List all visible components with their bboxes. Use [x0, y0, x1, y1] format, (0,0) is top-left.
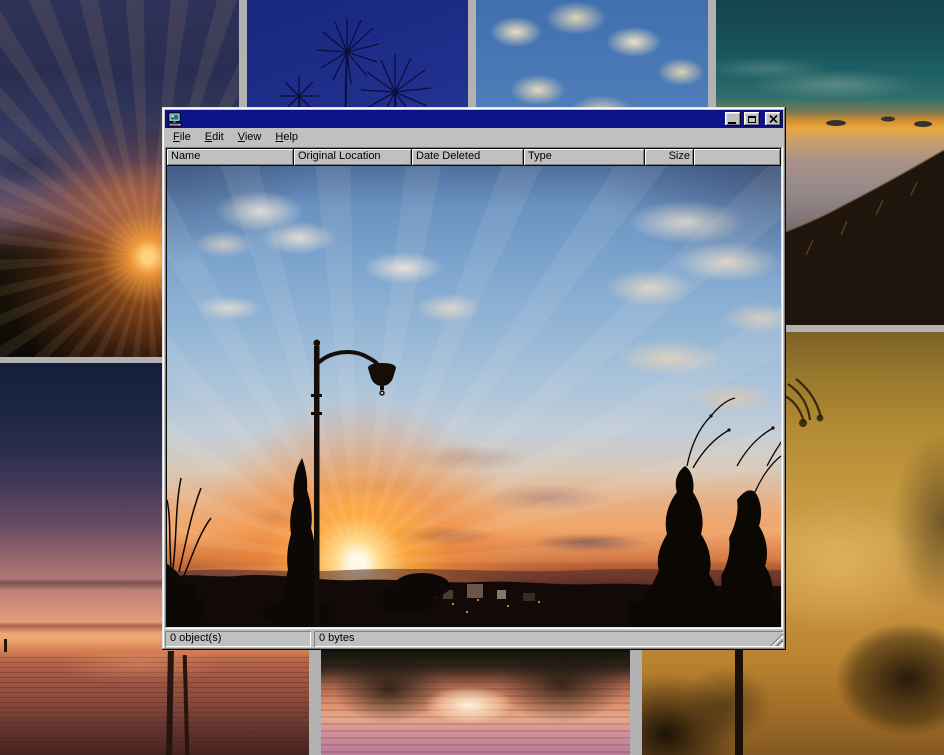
computer-icon [167, 112, 183, 127]
column-header-size[interactable]: Size [645, 149, 694, 166]
menu-edit[interactable]: Edit [198, 129, 231, 146]
statusbar: 0 object(s) 0 bytes [165, 631, 783, 647]
column-header-type[interactable]: Type [524, 149, 645, 166]
status-byte-count: 0 bytes [314, 631, 783, 647]
minimize-icon [728, 122, 736, 124]
file-list-view[interactable]: Name Original Location Date Deleted Type… [165, 147, 783, 629]
close-icon [769, 115, 778, 123]
column-header-name[interactable]: Name [167, 149, 294, 166]
maximize-icon [748, 116, 756, 123]
recycle-bin-window: File Edit View Help Name Original Locati… [162, 107, 786, 650]
status-object-count: 0 object(s) [165, 631, 311, 647]
column-header-filler [694, 149, 781, 166]
client-area-sunset-photo [167, 166, 781, 627]
column-header-original-location[interactable]: Original Location [294, 149, 412, 166]
desktop: { "window": { "title": "", "icons": { "w… [0, 0, 944, 755]
titlebar[interactable] [165, 110, 783, 128]
menu-view[interactable]: View [231, 129, 269, 146]
menu-help[interactable]: Help [268, 129, 305, 146]
menu-file[interactable]: File [166, 129, 198, 146]
column-header-row: Name Original Location Date Deleted Type… [167, 149, 781, 166]
menubar: File Edit View Help [165, 128, 783, 147]
maximize-button[interactable] [744, 112, 760, 126]
close-button[interactable] [765, 112, 781, 126]
minimize-button[interactable] [725, 112, 741, 126]
column-header-date-deleted[interactable]: Date Deleted [412, 149, 524, 166]
photo-silhouettes [167, 166, 781, 627]
